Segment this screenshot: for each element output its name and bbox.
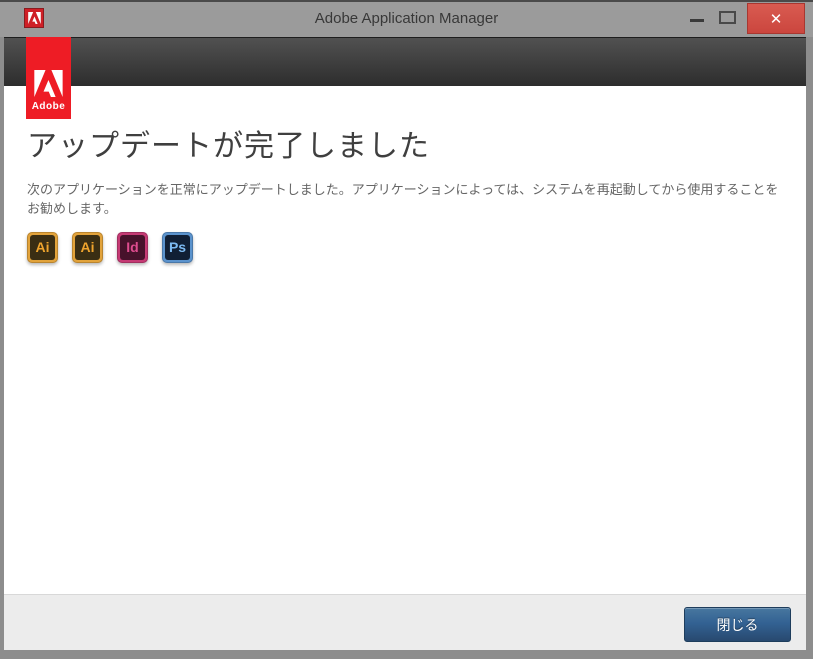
- illustrator-icon: Ai: [27, 231, 58, 263]
- app-icon-label: Ai: [75, 234, 100, 260]
- titlebar[interactable]: Adobe Application Manager ✕: [0, 2, 813, 35]
- app-icon-label: Id: [120, 234, 145, 260]
- close-window-button[interactable]: ✕: [747, 3, 805, 34]
- adobe-logo-icon: [34, 70, 63, 97]
- close-dialog-button[interactable]: 閉じる: [684, 607, 791, 642]
- adobe-brand-label: Adobe: [31, 101, 66, 112]
- maximize-button[interactable]: [713, 2, 743, 35]
- update-description: 次のアプリケーションを正常にアップデートしました。アプリケーションによっては、シ…: [27, 182, 779, 216]
- adobe-logo-tag: Adobe: [26, 37, 71, 119]
- page-title: アップデートが完了しました: [27, 130, 430, 163]
- minimize-icon: [690, 19, 704, 22]
- indesign-icon: Id: [117, 231, 148, 263]
- app-icon-label: Ai: [30, 234, 55, 260]
- illustrator-icon: Ai: [72, 231, 103, 263]
- close-icon: ✕: [769, 10, 783, 28]
- app-icon-label: Ps: [165, 234, 190, 260]
- footer-bar: 閉じる: [4, 594, 806, 650]
- brand-header: [4, 37, 806, 86]
- maximize-icon: [719, 11, 736, 24]
- minimize-button[interactable]: [683, 2, 713, 35]
- window-content: Adobe アップデートが完了しました 次のアプリケーションを正常にアップデート…: [4, 37, 806, 650]
- window-frame: Adobe アップデートが完了しました 次のアプリケーションを正常にアップデート…: [0, 37, 813, 659]
- window-controls: ✕: [683, 2, 805, 35]
- updated-apps-list: Ai Ai Id Ps: [27, 231, 781, 263]
- adobe-application-manager-window: Adobe Application Manager ✕ Adobe アップデート…: [0, 0, 813, 659]
- photoshop-icon: Ps: [162, 231, 193, 263]
- main-content: アップデートが完了しました 次のアプリケーションを正常にアップデートしました。ア…: [4, 86, 806, 594]
